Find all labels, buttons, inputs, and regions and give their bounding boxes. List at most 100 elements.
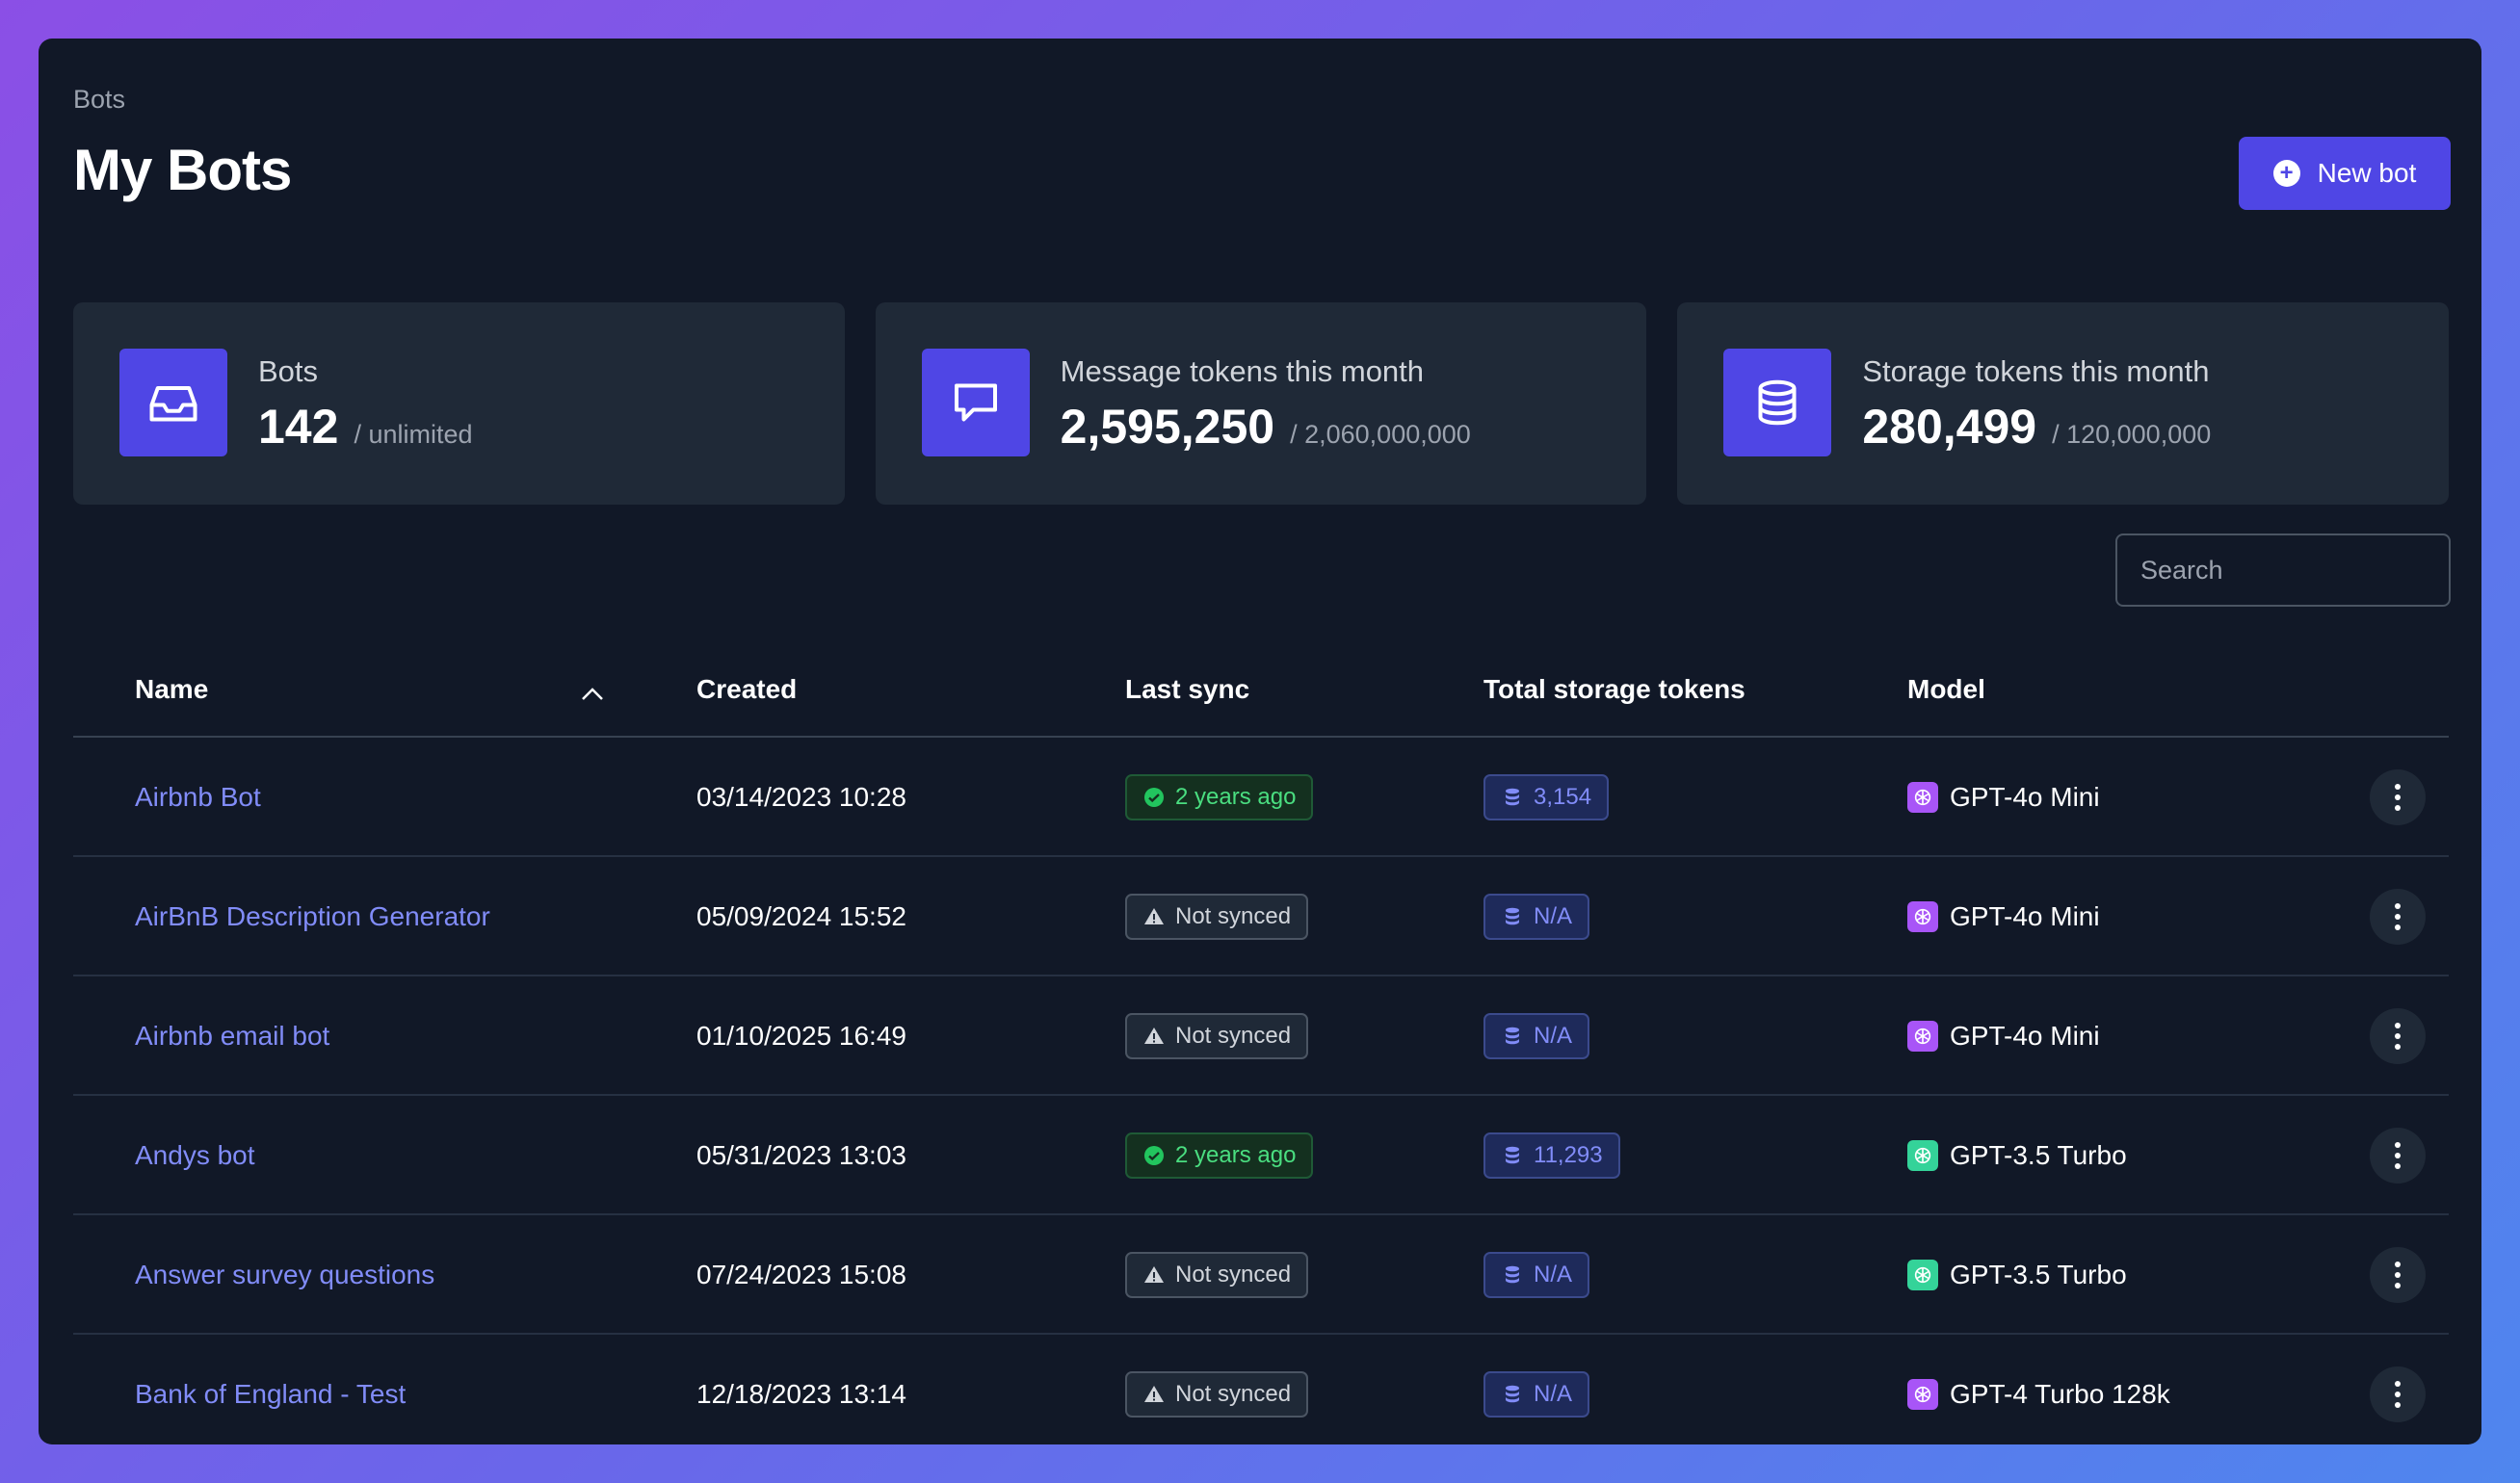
stat-value: 2,595,250 xyxy=(1060,400,1275,454)
inbox-icon xyxy=(119,349,227,456)
column-header-created[interactable]: Created xyxy=(696,674,797,705)
stat-value: 280,499 xyxy=(1862,400,2037,454)
stat-label: Bots xyxy=(258,354,319,388)
bot-name-link[interactable]: Bank of England - Test xyxy=(135,1335,406,1444)
warning-icon xyxy=(1142,1383,1166,1406)
bots-table: Name Created Last sync Total storage tok… xyxy=(73,632,2449,1444)
storage-tokens-value: N/A xyxy=(1534,1023,1573,1049)
bot-name-link[interactable]: Andys bot xyxy=(135,1096,255,1215)
bot-name-link[interactable]: Airbnb Bot xyxy=(135,738,261,857)
database-icon xyxy=(1501,1144,1524,1167)
storage-tokens-badge: 3,154 xyxy=(1483,774,1610,820)
stat-limit: / 120,000,000 xyxy=(2052,420,2212,449)
model-name: GPT-4o Mini xyxy=(1950,1021,2100,1051)
sync-status-text: Not synced xyxy=(1175,1262,1292,1288)
openai-icon xyxy=(1907,1021,1938,1052)
created-date: 03/14/2023 10:28 xyxy=(696,782,906,812)
storage-tokens-badge: 11,293 xyxy=(1483,1132,1620,1179)
database-icon xyxy=(1501,905,1524,928)
breadcrumb[interactable]: Bots xyxy=(73,85,125,115)
storage-tokens-badge: N/A xyxy=(1483,1252,1590,1298)
stat-card-bots: Bots 142 / unlimited xyxy=(73,302,845,505)
column-header-storage-tokens[interactable]: Total storage tokens xyxy=(1483,674,1746,705)
sync-status-text: 2 years ago xyxy=(1175,1142,1297,1168)
database-icon xyxy=(1501,1025,1524,1048)
stat-limit: / unlimited xyxy=(354,420,473,449)
row-menu-button[interactable] xyxy=(2370,769,2426,825)
plus-circle-icon: + xyxy=(2272,160,2300,187)
model-name: GPT-4o Mini xyxy=(1950,782,2100,812)
storage-tokens-value: N/A xyxy=(1534,1381,1573,1407)
table-row[interactable]: AirBnB Description Generator 05/09/2024 1… xyxy=(73,857,2449,976)
model-name: GPT-3.5 Turbo xyxy=(1950,1260,2127,1289)
storage-tokens-badge: N/A xyxy=(1483,1013,1590,1059)
stat-label: Message tokens this month xyxy=(1060,354,1425,388)
column-header-name[interactable]: Name xyxy=(135,674,208,705)
row-menu-button[interactable] xyxy=(2370,1247,2426,1303)
table-row[interactable]: Airbnb email bot 01/10/2025 16:49 Not sync… xyxy=(73,976,2449,1096)
storage-tokens-badge: N/A xyxy=(1483,894,1590,940)
more-vertical-icon xyxy=(2393,1261,2402,1289)
search-input[interactable] xyxy=(2115,533,2451,607)
database-icon xyxy=(1501,1383,1524,1406)
bot-name-link[interactable]: AirBnB Description Generator xyxy=(135,857,490,976)
created-date: 07/24/2023 15:08 xyxy=(696,1260,906,1289)
row-menu-button[interactable] xyxy=(2370,1008,2426,1064)
sync-status-badge: Not synced xyxy=(1125,1013,1309,1059)
row-menu-button[interactable] xyxy=(2370,889,2426,945)
more-vertical-icon xyxy=(2393,1022,2402,1051)
stat-card-message-tokens: Message tokens this month 2,595,250 / 2,0… xyxy=(875,302,1647,505)
openai-icon xyxy=(1907,1260,1938,1290)
storage-tokens-value: 11,293 xyxy=(1534,1142,1603,1168)
table-row[interactable]: Andys bot 05/31/2023 13:03 2 years ago 11,2… xyxy=(73,1096,2449,1215)
column-header-last-sync[interactable]: Last sync xyxy=(1125,674,1249,705)
sync-status-badge: Not synced xyxy=(1125,1371,1309,1418)
sync-status-badge: Not synced xyxy=(1125,894,1309,940)
table-row[interactable]: Answer survey questions 07/24/2023 15:08 N… xyxy=(73,1215,2449,1335)
more-vertical-icon xyxy=(2393,783,2402,812)
column-header-model[interactable]: Model xyxy=(1907,674,1985,705)
page-title: My Bots xyxy=(73,138,292,202)
sort-ascending-icon[interactable] xyxy=(580,678,605,709)
created-date: 05/31/2023 13:03 xyxy=(696,1140,906,1170)
more-vertical-icon xyxy=(2393,1141,2402,1170)
model-name: GPT-4o Mini xyxy=(1950,901,2100,931)
model-name: GPT-3.5 Turbo xyxy=(1950,1140,2127,1170)
check-circle-icon xyxy=(1142,786,1166,809)
openai-icon xyxy=(1907,1140,1938,1171)
bot-name-link[interactable]: Answer survey questions xyxy=(135,1215,434,1335)
storage-tokens-value: N/A xyxy=(1534,1262,1573,1288)
new-bot-button[interactable]: + New bot xyxy=(2239,137,2451,210)
chat-bubble-icon xyxy=(921,349,1030,456)
stat-card-storage-tokens: Storage tokens this month 280,499 / 120,0… xyxy=(1677,302,2450,505)
app-window: Bots My Bots + New bot Bots 142 / unlimit… xyxy=(39,39,2481,1444)
storage-tokens-value: 3,154 xyxy=(1534,784,1592,810)
database-icon xyxy=(1501,1263,1524,1287)
warning-icon xyxy=(1142,1263,1166,1287)
stat-label: Storage tokens this month xyxy=(1862,354,2210,388)
stat-limit: / 2,060,000,000 xyxy=(1290,420,1471,449)
warning-icon xyxy=(1142,905,1166,928)
sync-status-text: Not synced xyxy=(1175,903,1292,929)
check-circle-icon xyxy=(1142,1144,1166,1167)
table-row[interactable]: Bank of England - Test 12/18/2023 13:14 No… xyxy=(73,1335,2449,1444)
storage-tokens-value: N/A xyxy=(1534,903,1573,929)
table-header: Name Created Last sync Total storage tok… xyxy=(73,632,2449,738)
table-row[interactable]: Airbnb Bot 03/14/2023 10:28 2 years ago 3,1… xyxy=(73,738,2449,857)
bot-name-link[interactable]: Airbnb email bot xyxy=(135,976,329,1096)
sync-status-badge: 2 years ago xyxy=(1125,1132,1314,1179)
stats-row: Bots 142 / unlimited Message tokens this … xyxy=(73,302,2450,505)
sync-status-text: Not synced xyxy=(1175,1023,1292,1049)
sync-status-badge: Not synced xyxy=(1125,1252,1309,1298)
table-body: Airbnb Bot 03/14/2023 10:28 2 years ago 3,1… xyxy=(73,738,2449,1444)
sync-status-text: 2 years ago xyxy=(1175,784,1297,810)
created-date: 12/18/2023 13:14 xyxy=(696,1379,906,1409)
openai-icon xyxy=(1907,1379,1938,1410)
warning-icon xyxy=(1142,1025,1166,1048)
openai-icon xyxy=(1907,901,1938,932)
new-bot-label: New bot xyxy=(2317,158,2417,188)
more-vertical-icon xyxy=(2393,1380,2402,1409)
row-menu-button[interactable] xyxy=(2370,1128,2426,1184)
row-menu-button[interactable] xyxy=(2370,1366,2426,1422)
created-date: 01/10/2025 16:49 xyxy=(696,1021,906,1051)
